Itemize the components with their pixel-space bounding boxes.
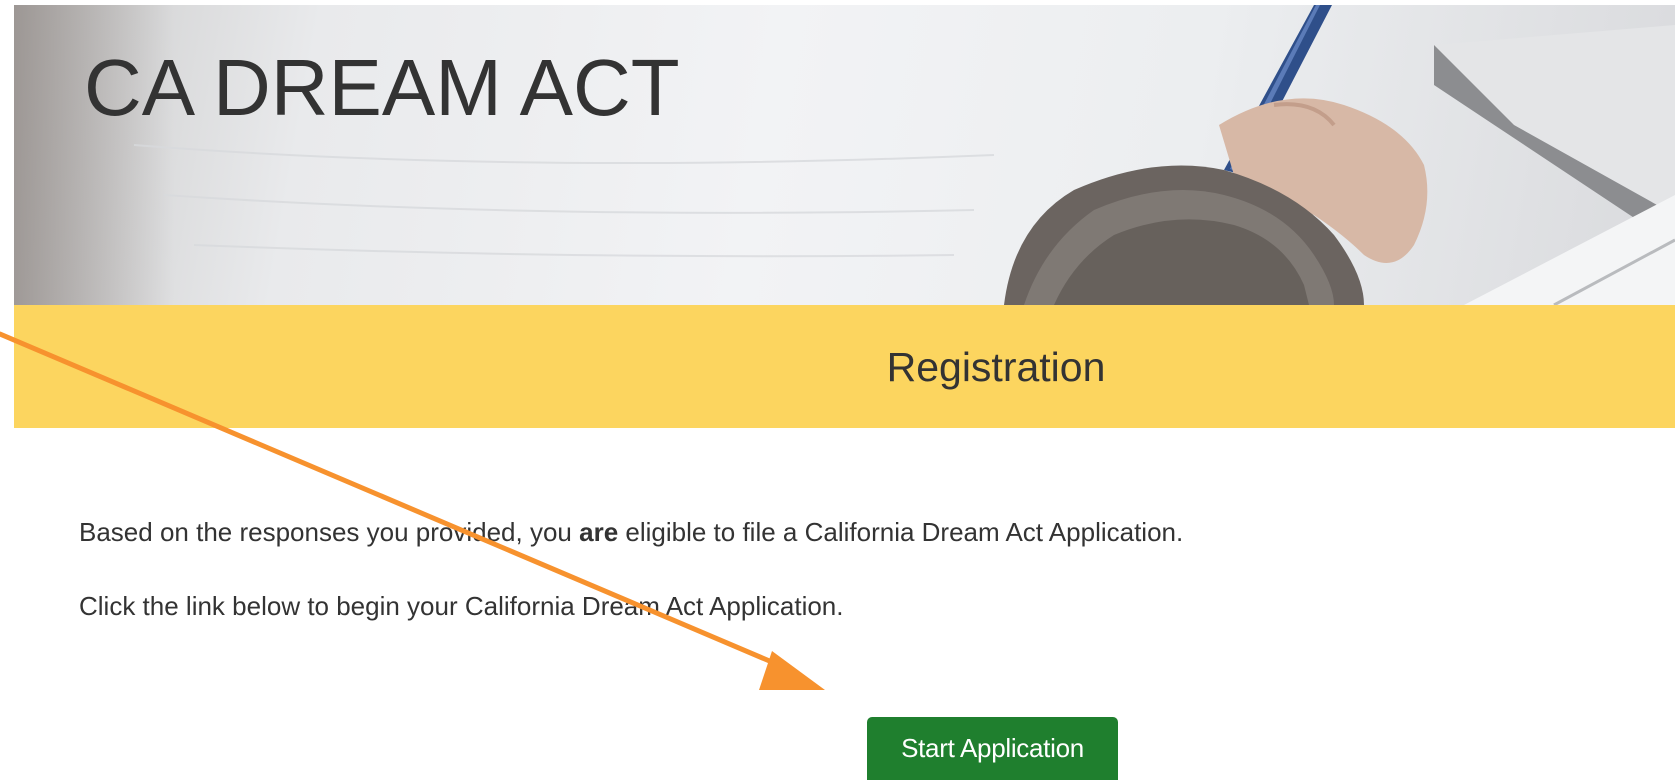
eligibility-text-start: Based on the responses you provided, you <box>79 517 580 547</box>
registration-band: Registration <box>14 305 1675 428</box>
hero-banner: CA DREAM ACT <box>14 5 1675 305</box>
start-application-button[interactable]: Start Application <box>867 717 1118 780</box>
eligibility-emphasis: are <box>579 517 619 547</box>
page: CA DREAM ACT Registration Based on the r… <box>0 0 1675 780</box>
annotation-arrow-head <box>759 651 825 690</box>
eligibility-content: Based on the responses you provided, you… <box>79 515 1579 623</box>
section-title: Registration <box>14 343 1675 391</box>
eligibility-text-end: eligible to file a California Dream Act … <box>618 517 1184 547</box>
page-title: CA DREAM ACT <box>84 43 680 132</box>
section-title-text: Registration <box>886 344 1106 390</box>
eligibility-message: Based on the responses you provided, you… <box>79 515 1579 549</box>
instruction-message: Click the link below to begin your Calif… <box>79 591 844 621</box>
